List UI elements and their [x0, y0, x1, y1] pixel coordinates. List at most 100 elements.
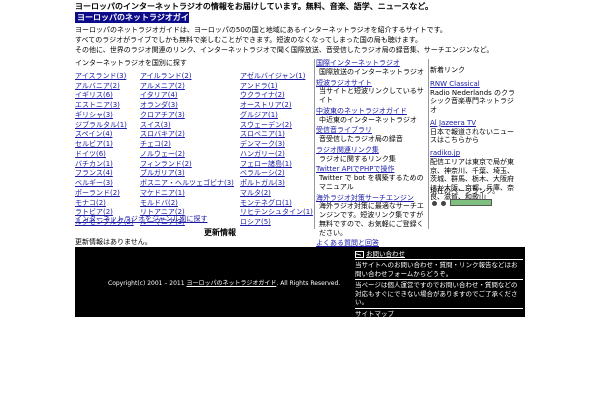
country-list-heading: インターネットラジオを国別に探す [75, 59, 187, 67]
country-link[interactable]: スイス(3) [140, 121, 240, 130]
rank-dot-icon [432, 200, 437, 206]
country-link[interactable]: バチカン(1) [75, 160, 140, 169]
country-link[interactable]: モルドバ(2) [140, 199, 240, 208]
section-link[interactable]: 中波東のネットラジオガイド [316, 107, 426, 116]
copyright-suffix: . All Rights Reserved. [276, 280, 341, 287]
country-link[interactable]: ベルギー(3) [75, 179, 140, 188]
page-rank-bar [450, 198, 493, 206]
section-link[interactable]: 海外ラジオ対策サーチエンジン [316, 194, 426, 203]
country-link[interactable]: リヒテンシュタイン(1) [240, 208, 313, 217]
country-link[interactable]: フェロー諸島(1) [240, 160, 313, 169]
new-link-description: Radio Nederlands のクラシック音楽専門ネットラジオ [430, 88, 516, 115]
sitemap-link[interactable]: サイトマップ [355, 310, 394, 318]
country-link[interactable]: セルビア(1) [75, 140, 140, 149]
country-link[interactable]: ロシア(5) [240, 218, 313, 227]
section-link[interactable]: 国際インターネットラジオ [316, 59, 426, 68]
site-tagline: ヨーロッパのインターネットラジオの情報をお届けしています。無料、音楽、語学、ニュ… [75, 2, 433, 11]
country-link[interactable]: アイルランド(2) [140, 72, 240, 81]
country-link[interactable]: フィンランド(2) [140, 160, 240, 169]
section-item: 海外ラジオ対策サーチエンジン 海外ラジオ対策に最適なサーチエンジンです。短波リンク… [316, 194, 426, 238]
country-link[interactable]: マルタ(2) [240, 189, 313, 198]
section-description: 海外ラジオ対策に最適なサーチエンジンです。短波リンク集ですが無料ですので、お気軽… [319, 202, 424, 237]
country-link[interactable]: モンテネグロ(1) [240, 199, 313, 208]
country-link[interactable]: フランス(4) [75, 169, 140, 178]
country-link[interactable]: イギリス(6) [75, 91, 140, 100]
section-description: 中近東のインターネットラジオ [319, 115, 417, 124]
country-list: インターネットラジオを国別に探す アイスランド(3) アイルランド(2) アゼルバイ… [75, 59, 313, 227]
country-link[interactable]: ボスニア・ヘルツェゴビナ(3) [140, 179, 240, 188]
country-link[interactable]: ノルウェー(2) [140, 150, 240, 159]
country-link[interactable]: チェコ(2) [140, 140, 240, 149]
country-link[interactable]: スウェーデン(2) [240, 121, 313, 130]
section-item: 中波東のネットラジオガイド 中近東のインターネットラジオ [316, 107, 426, 125]
section-item: ラジオ関連リンク集 ラジオに関するリンク集 [316, 146, 426, 164]
page-rank-area: 現在のページランク。 [430, 187, 525, 209]
section-links: 国際インターネットラジオ 国際放送のインターネットラジオ 短波ラジオサイト 当サイトと… [316, 59, 426, 259]
country-link[interactable]: オーストリア(2) [240, 101, 313, 110]
country-link[interactable]: アゼルバイジャン(1) [240, 72, 313, 81]
country-link[interactable]: スロベニア(1) [240, 130, 313, 139]
new-links-list: RNW Classical Radio Nederlands のクラシック音楽専門… [430, 80, 520, 202]
new-link-item: Al Jazeera TV 日本で報道されないニュースはこちらから [430, 119, 520, 145]
country-link[interactable]: スロバキア(2) [140, 130, 240, 139]
section-item: Twitter APIでPHPで操作 Twitter で bot を構築するための… [316, 165, 426, 191]
country-link[interactable]: デンマーク(3) [240, 140, 313, 149]
new-links-panel: 新着リンク RNW Classical Radio Nederlands のクラシ… [430, 66, 520, 206]
country-link[interactable]: グルジア(1) [240, 111, 313, 120]
section-item: 国際インターネットラジオ 国際放送のインターネットラジオ [316, 59, 426, 77]
country-link[interactable]: ベラルーシ(2) [240, 169, 313, 178]
page-rank-widget [430, 198, 525, 209]
footer-divider [355, 307, 523, 309]
section-description: Twitter で bot を構築するためのマニュアル [319, 174, 424, 191]
copyright-prefix: Copyright(c) 2001 – 2011 [108, 280, 185, 287]
intro-line: ヨーロッパのネットラジオガイドは、ヨーロッパの50の国と地域にあるインターネット… [75, 26, 447, 34]
country-link[interactable]: ギリシャ(3) [75, 111, 140, 120]
new-link-description: 日本で報道されないニュースはこちらから [430, 127, 514, 145]
country-link[interactable]: オランダ(3) [140, 101, 240, 110]
contact-note: 当ページは個人運営ですのでお問い合わせ・質問などの対応もすぐにできない場合があり… [355, 281, 518, 307]
footer: Copyright(c) 2001 – 2011 ヨーロッパのネットラジオガイド… [75, 247, 525, 318]
country-link[interactable]: クロアチア(3) [140, 111, 240, 120]
new-link[interactable]: Al Jazeera TV [430, 119, 520, 128]
country-link[interactable]: アルバニア(2) [75, 82, 140, 91]
section-description: 当サイトと短波リンクしているサイト [319, 87, 424, 104]
country-link[interactable]: アルメニア(2) [140, 82, 240, 91]
site-logo[interactable]: ヨーロッパのネットラジオガイド [75, 12, 189, 33]
intro-line: すべてのラジオがライブでしかも無料で楽しむことができます。短波のなくなってしまっ… [75, 35, 423, 44]
section-description: ラジオに関するリンク集 [319, 154, 396, 163]
new-links-heading: 新着リンク [430, 66, 465, 74]
country-link[interactable]: ハンガリー(2) [240, 150, 313, 159]
section-item: 受信音ライブラリ 音受信したラジオ局の録音 [316, 126, 426, 144]
section-description: 音受信したラジオ局の録音 [319, 135, 403, 143]
country-link[interactable]: マケドニア(1) [140, 189, 240, 198]
column-divider [428, 59, 429, 229]
mail-icon [355, 250, 364, 258]
genre-search-link[interactable]: インターネットラジオをジャンル別に探す [75, 215, 208, 224]
country-link[interactable]: ポルトガル(3) [240, 179, 313, 188]
country-link[interactable]: ポーランド(2) [75, 189, 140, 198]
country-link[interactable]: スペイン(4) [75, 130, 140, 139]
country-link[interactable]: ジブラルタル(1) [75, 121, 140, 130]
copyright-site-link[interactable]: ヨーロッパのネットラジオガイド [186, 280, 276, 287]
new-link[interactable]: radiko.jp [430, 149, 520, 158]
country-link[interactable]: エストニア(3) [75, 101, 140, 110]
country-link[interactable]: ウクライナ(2) [240, 91, 313, 100]
country-link[interactable]: ブルガリア(3) [140, 169, 240, 178]
section-link[interactable]: 短波ラジオサイト [316, 79, 426, 88]
intro-line: その他に、世界のラジオ関連のリンク、インターネットラジオで聞く国際放送、音受信し… [75, 45, 494, 54]
section-description: 国際放送のインターネットラジオ [319, 67, 424, 76]
copyright: Copyright(c) 2001 – 2011 ヨーロッパのネットラジオガイド… [108, 280, 340, 288]
country-link[interactable]: アイスランド(3) [75, 72, 140, 81]
footer-contact: お問い合わせ 当サイトへのお問い合わせ・質問・リンク報告などはお問い合わせフォー… [355, 250, 523, 318]
contact-link[interactable]: お問い合わせ [366, 250, 405, 258]
section-link[interactable]: ラジオ関連リンク集 [316, 146, 426, 155]
section-link[interactable]: 受信音ライブラリ [316, 126, 426, 135]
country-link[interactable]: イタリア(4) [140, 91, 240, 100]
country-link[interactable]: モナコ(2) [75, 199, 140, 208]
new-link[interactable]: RNW Classical [430, 80, 520, 89]
new-link-item: RNW Classical Radio Nederlands のクラシック音楽専門… [430, 80, 520, 115]
country-link[interactable]: アンドラ(1) [240, 82, 313, 91]
country-link[interactable]: ドイツ(6) [75, 150, 140, 159]
section-link[interactable]: Twitter APIでPHPで操作 [316, 165, 426, 174]
contact-text: 当サイトへのお問い合わせ・質問・リンク報告などはお問い合わせフォームからどうぞ。 [355, 261, 518, 278]
